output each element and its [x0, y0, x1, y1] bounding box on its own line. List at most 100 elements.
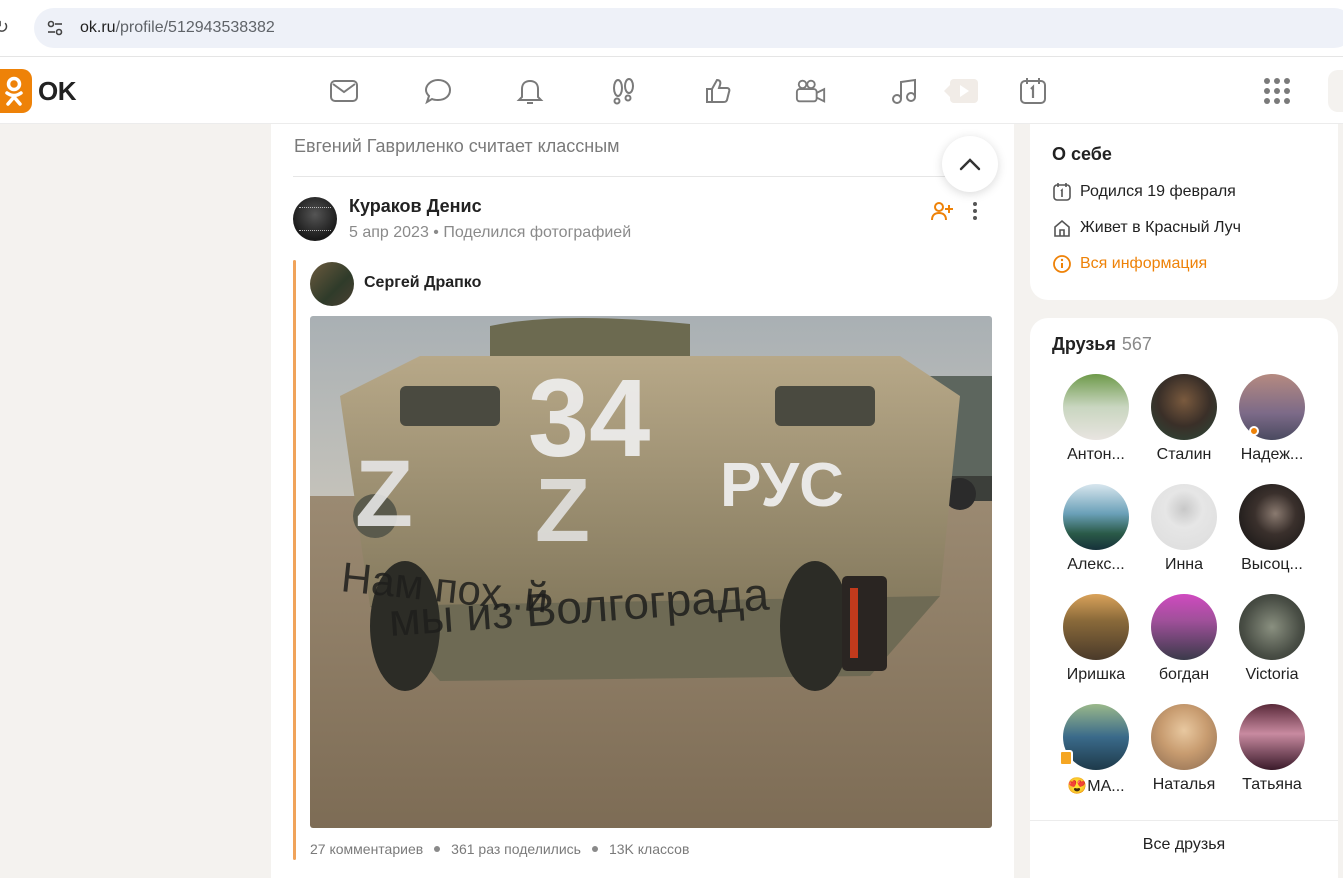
- friend-item[interactable]: Надеж...: [1229, 374, 1315, 464]
- stats-separator: [591, 846, 598, 852]
- url-text[interactable]: ok.ru/profile/512943538382: [80, 19, 275, 37]
- birthday-text: Родился 19 февраля: [1080, 183, 1236, 200]
- bell-icon[interactable]: [514, 75, 546, 107]
- browser-toolbar: ↻ ok.ru/profile/512943538382: [0, 0, 1343, 57]
- all-info-link[interactable]: Вся информация: [1052, 254, 1207, 274]
- avatar: [1239, 594, 1305, 660]
- friend-name: Надеж...: [1240, 446, 1304, 463]
- friend-item[interactable]: Антон...: [1053, 374, 1139, 464]
- friend-name: Татьяна: [1242, 776, 1302, 793]
- liker-line[interactable]: Евгений Гавриленко считает классным: [294, 136, 620, 157]
- reshare-indicator: [293, 260, 296, 860]
- gift-badge-icon: [1059, 750, 1073, 766]
- post-stats: 27 комментариев 361 раз поделились 13K к…: [310, 841, 689, 857]
- avatar: [1239, 484, 1305, 550]
- mail-icon[interactable]: [328, 75, 360, 107]
- post-action: Поделился фотографией: [443, 224, 632, 241]
- city-text: Живет в Красный Луч: [1080, 219, 1241, 236]
- url-path: /profile/512943538382: [115, 19, 275, 36]
- author-avatar[interactable]: [293, 197, 337, 241]
- url-host: ok.ru: [80, 19, 116, 36]
- address-bar[interactable]: ok.ru/profile/512943538382: [34, 8, 1343, 48]
- feed-column: Евгений Гавриленко считает классным Кура…: [271, 124, 1014, 878]
- original-author-name[interactable]: Сергей Драпко: [364, 274, 481, 292]
- all-info-text: Вся информация: [1080, 255, 1208, 272]
- video-camera-icon[interactable]: [795, 75, 827, 107]
- all-friends-button[interactable]: Все друзья: [1030, 836, 1338, 854]
- likes-count[interactable]: 13K классов: [609, 841, 689, 857]
- ok-logo-icon: [0, 69, 32, 113]
- calendar-icon[interactable]: [1017, 75, 1049, 107]
- birthday-row: Родился 19 февраля: [1052, 182, 1236, 202]
- comments-count[interactable]: 27 комментариев: [310, 841, 423, 857]
- svg-text:РУС: РУС: [720, 451, 844, 520]
- avatar: [1151, 484, 1217, 550]
- ok-logo-text: OK: [38, 75, 77, 106]
- friends-title-text: Друзья: [1052, 334, 1116, 354]
- friend-name: Наталья: [1152, 776, 1216, 793]
- scroll-up-button[interactable]: [942, 136, 998, 192]
- friend-item[interactable]: 😍МА...: [1053, 704, 1139, 796]
- likes-thumb-icon[interactable]: [702, 75, 734, 107]
- friend-name: Антон...: [1067, 446, 1125, 463]
- site-info-icon[interactable]: [46, 19, 64, 37]
- avatar: [1063, 374, 1129, 440]
- friend-name: Сталин: [1156, 446, 1212, 463]
- friend-item[interactable]: Иришка: [1053, 594, 1139, 684]
- site-header: OK: [0, 57, 1343, 124]
- header-right-button[interactable]: [1328, 70, 1343, 112]
- post-meta: 5 апр 2023 • Поделился фотографией: [349, 224, 631, 242]
- calendar-icon: [1053, 183, 1071, 201]
- friend-item[interactable]: богдан: [1141, 594, 1227, 684]
- original-author-avatar[interactable]: [310, 262, 354, 306]
- friend-item[interactable]: Татьяна: [1229, 704, 1315, 794]
- shares-count[interactable]: 361 раз поделились: [451, 841, 581, 857]
- post-author-name[interactable]: Кураков Денис: [349, 196, 482, 217]
- post-photo[interactable]: 34 Z Z РУС Нам пох..й мы из Волгограда: [310, 316, 992, 828]
- svg-text:Z: Z: [535, 461, 590, 561]
- chat-icon[interactable]: [422, 75, 454, 107]
- city-row: Живет в Красный Луч: [1052, 218, 1241, 238]
- guests-footprints-icon[interactable]: [608, 75, 640, 107]
- apps-grid-icon[interactable]: [1264, 78, 1290, 104]
- friend-name: Алекс...: [1067, 556, 1125, 573]
- avatar: [1151, 374, 1217, 440]
- divider: [293, 176, 993, 177]
- stats-separator: [434, 846, 441, 852]
- friend-name: Высоц...: [1241, 556, 1303, 573]
- avatar: [1151, 704, 1217, 770]
- friend-item[interactable]: Алекс...: [1053, 484, 1139, 574]
- friends-card: Друзья 567 Антон... Сталин Надеж... Алекс…: [1030, 318, 1338, 878]
- friend-name: богдан: [1158, 666, 1210, 683]
- ok-logo[interactable]: OK: [0, 69, 77, 113]
- post-date[interactable]: 5 апр 2023: [349, 224, 429, 241]
- friend-item[interactable]: Сталин: [1141, 374, 1227, 464]
- friend-item[interactable]: Victoria: [1229, 594, 1315, 684]
- friend-name: Инна: [1164, 556, 1204, 573]
- reload-icon[interactable]: ↻: [0, 18, 12, 36]
- video-play-icon[interactable]: [944, 75, 980, 107]
- friend-name: Иришка: [1066, 666, 1126, 683]
- avatar: [1151, 594, 1217, 660]
- info-icon: [1053, 255, 1071, 273]
- friend-item[interactable]: Инна: [1141, 484, 1227, 574]
- friend-item[interactable]: Высоц...: [1229, 484, 1315, 574]
- meta-separator: •: [433, 224, 444, 241]
- friends-title[interactable]: Друзья 567: [1052, 334, 1152, 355]
- chevron-up-icon: [959, 158, 981, 171]
- avatar: [1239, 704, 1305, 770]
- friend-name: Victoria: [1245, 666, 1299, 683]
- divider: [1030, 820, 1338, 821]
- add-friend-icon[interactable]: [930, 199, 954, 223]
- post-photo-image: 34 Z Z РУС Нам пох..й мы из Волгограда: [310, 316, 992, 828]
- friend-item[interactable]: Наталья: [1141, 704, 1227, 794]
- about-card: О себе Родился 19 февраля Живет в Красны…: [1030, 124, 1338, 300]
- avatar: [1063, 484, 1129, 550]
- svg-text:Z: Z: [355, 441, 413, 547]
- music-note-icon[interactable]: [888, 75, 920, 107]
- home-icon: [1054, 219, 1070, 237]
- avatar: [1063, 594, 1129, 660]
- friend-name: 😍МА...: [1067, 778, 1125, 795]
- more-options-icon[interactable]: [967, 199, 983, 223]
- about-title: О себе: [1052, 144, 1112, 164]
